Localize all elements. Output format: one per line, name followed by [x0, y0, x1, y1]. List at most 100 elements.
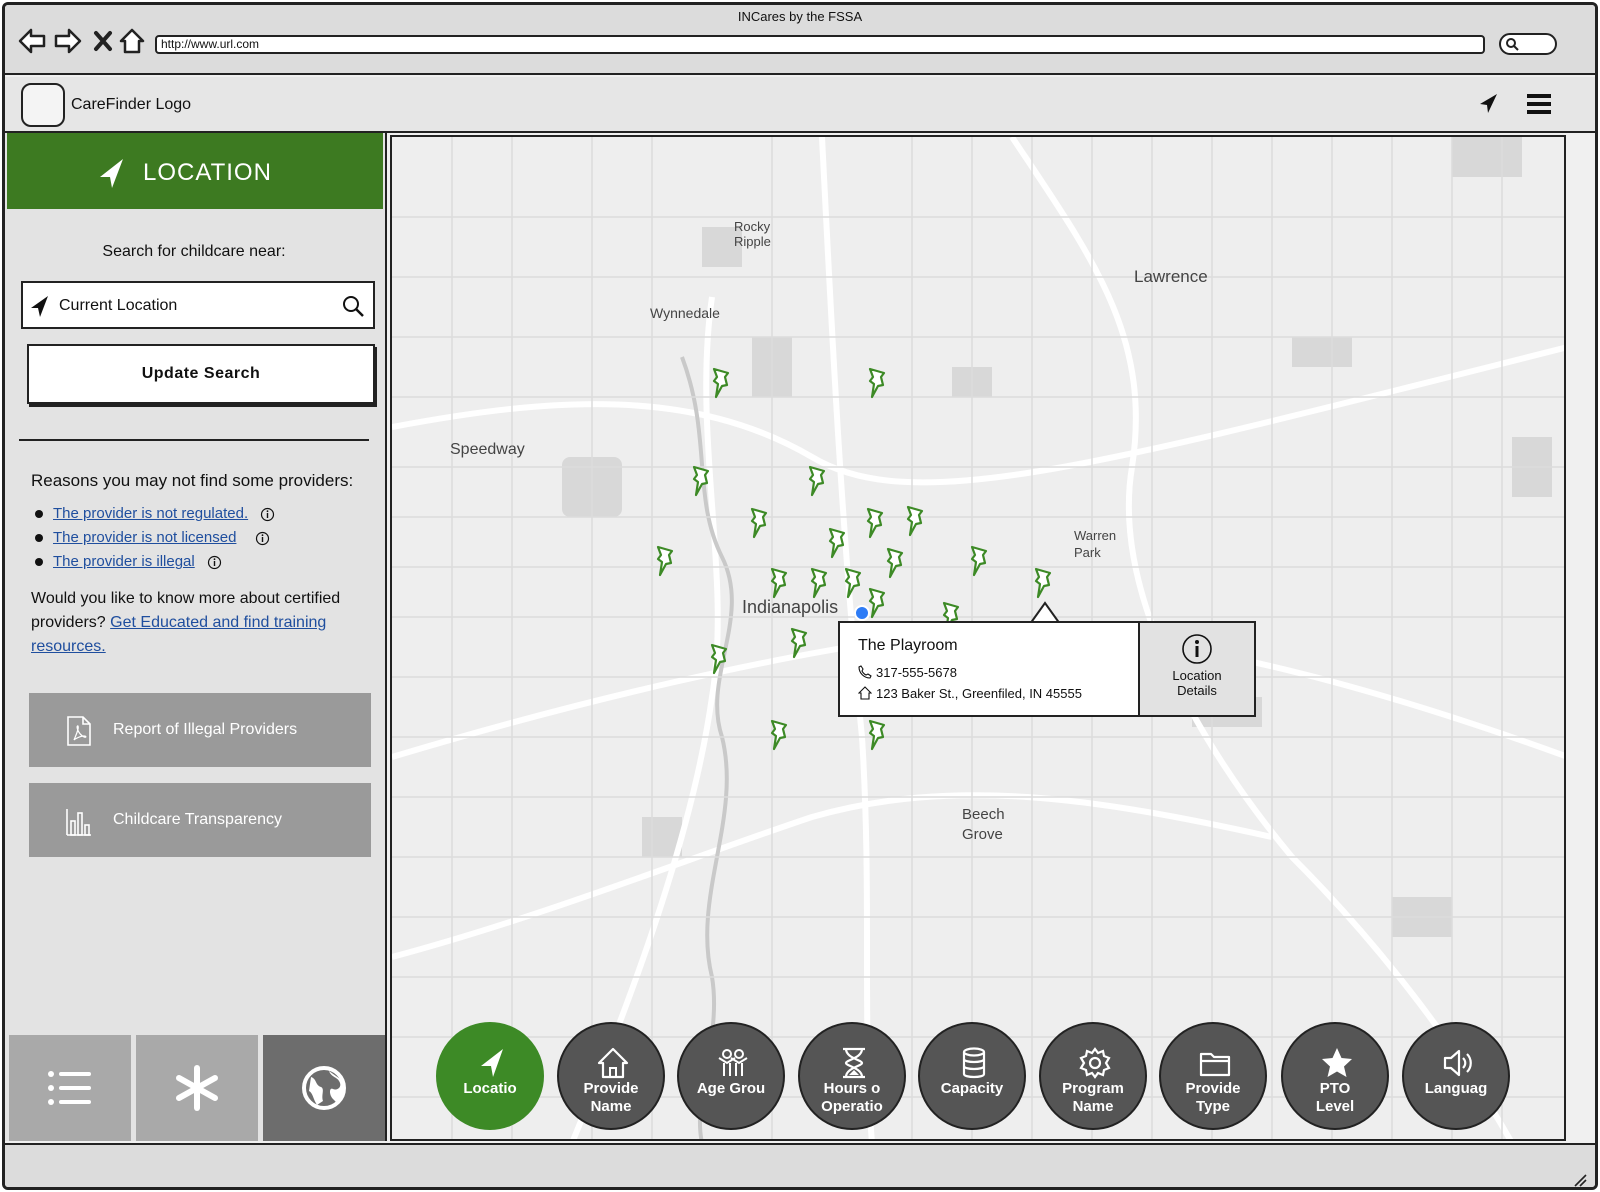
bullet	[35, 534, 43, 543]
location-input-value: Current Location	[59, 297, 178, 314]
city-label: Speedway	[450, 441, 525, 458]
provider-pin-icon[interactable]	[654, 545, 676, 579]
info-icon[interactable]	[207, 555, 222, 570]
browser-statusbar	[5, 1143, 1595, 1187]
location-details-button[interactable]: Location Details	[1138, 623, 1254, 715]
report-illegal-providers-button[interactable]: Report of Illegal Providers	[29, 693, 371, 767]
reason-item: The provider is not regulated.	[35, 505, 275, 522]
provider-address: 123 Baker St., Greenfiled, IN 45555	[876, 686, 1082, 701]
divider	[19, 439, 369, 441]
provider-pin-icon[interactable]	[788, 627, 810, 661]
close-icon[interactable]	[89, 27, 119, 55]
location-header: LOCATION	[7, 133, 383, 209]
map-view[interactable]: Lawrence Speedway Wynnedale Rocky Ripple…	[390, 135, 1566, 1141]
search-icon[interactable]	[341, 294, 365, 318]
forward-icon[interactable]	[53, 27, 83, 55]
filter-capacity-button[interactable]: Capacity	[918, 1022, 1026, 1130]
filter-hours-button[interactable]: Hours o Operatio	[798, 1022, 906, 1130]
provider-pin-icon[interactable]	[690, 465, 712, 499]
provider-pin-icon[interactable]	[808, 567, 830, 601]
provider-pin-icon[interactable]	[768, 719, 790, 753]
favorites-tab[interactable]	[136, 1035, 258, 1141]
filter-language-button[interactable]: Languag	[1402, 1022, 1510, 1130]
childcare-transparency-button[interactable]: Childcare Transparency	[29, 783, 371, 857]
sidebar: LOCATION Search for childcare near: Curr…	[5, 133, 387, 1141]
location-details-label-2: Details	[1177, 683, 1217, 698]
pdf-icon	[67, 716, 91, 746]
provider-popup[interactable]: The Playroom 317-555-5678 123 Baker St.,…	[838, 621, 1256, 717]
list-view-tab[interactable]	[9, 1035, 131, 1141]
reason-item: The provider is illegal	[35, 553, 222, 570]
url-input[interactable]: http://www.url.com	[155, 35, 1485, 54]
asterisk-icon	[176, 1065, 218, 1111]
update-search-button[interactable]: Update Search	[27, 344, 375, 404]
location-search-input[interactable]: Current Location	[21, 281, 375, 329]
provider-pin-icon[interactable]	[904, 505, 926, 539]
filter-age-group-button[interactable]: Age Grou	[677, 1022, 785, 1130]
info-icon[interactable]	[260, 507, 275, 522]
provider-pin-icon[interactable]	[884, 547, 906, 581]
location-arrow-icon[interactable]	[1475, 91, 1501, 117]
provider-pin-icon[interactable]	[864, 507, 886, 541]
provider-pin-icon[interactable]	[866, 367, 888, 401]
provider-pin-icon[interactable]	[748, 507, 770, 541]
report-illegal-providers-label: Report of Illegal Providers	[113, 721, 298, 738]
info-icon[interactable]	[255, 531, 270, 546]
map-view-tab[interactable]	[263, 1035, 385, 1141]
search-label: Search for childcare near:	[102, 243, 286, 260]
bullet	[35, 558, 43, 567]
filter-provider-type-button[interactable]: Provide Type	[1159, 1022, 1267, 1130]
star-icon	[1322, 1048, 1352, 1077]
filter-location-button[interactable]: Locatio	[436, 1022, 544, 1130]
filter-label: Languag	[1424, 1080, 1488, 1097]
back-icon[interactable]	[17, 27, 47, 55]
provider-pin-icon[interactable]	[768, 567, 790, 601]
hamburger-menu-icon[interactable]	[1525, 91, 1553, 117]
hourglass-icon	[843, 1047, 865, 1079]
reason-link-illegal[interactable]: The provider is illegal	[53, 553, 195, 570]
reason-link-not-regulated[interactable]: The provider is not regulated.	[53, 505, 248, 522]
database-icon	[962, 1047, 986, 1079]
current-location-dot	[854, 605, 870, 621]
city-label: Lawrence	[1134, 267, 1208, 286]
provider-pin-icon[interactable]	[710, 367, 732, 401]
home-icon[interactable]	[117, 27, 147, 55]
provider-pin-icon[interactable]	[1032, 567, 1054, 601]
provider-pin-icon[interactable]	[806, 465, 828, 499]
childcare-transparency-label: Childcare Transparency	[113, 811, 282, 828]
filter-pto-level-button[interactable]: PTO Level	[1281, 1022, 1389, 1130]
home-icon	[597, 1047, 629, 1079]
info-icon	[1182, 634, 1212, 664]
filter-label: Program Name	[1062, 1080, 1124, 1115]
provider-pin-icon[interactable]	[826, 527, 848, 561]
reasons-title: Reasons you may not find some providers:	[31, 471, 354, 490]
children-icon	[718, 1049, 748, 1076]
phone-icon	[858, 665, 872, 679]
provider-name: The Playroom	[858, 637, 958, 654]
provider-pin-icon[interactable]	[842, 567, 864, 601]
reason-item: The provider is not licensed	[35, 529, 270, 546]
provider-pin-icon[interactable]	[866, 719, 888, 753]
provider-address-row: 123 Baker St., Greenfiled, IN 45555	[857, 686, 1082, 701]
location-arrow-icon	[31, 296, 48, 317]
filter-provider-name-button[interactable]: Provide Name	[557, 1022, 665, 1130]
filter-label: Age Grou	[696, 1080, 766, 1097]
city-label: Rocky Ripple	[734, 219, 771, 249]
provider-pin-icon[interactable]	[708, 643, 730, 677]
resize-grip-icon[interactable]	[1571, 1171, 1587, 1187]
provider-phone[interactable]: 317-555-5678	[876, 665, 957, 680]
filter-label: Capacity	[940, 1080, 1004, 1097]
browser-search-field[interactable]	[1499, 33, 1557, 55]
learn-more-text: Would you like to know more about certif…	[31, 587, 371, 659]
city-label: Warren Park	[1074, 528, 1117, 560]
filter-program-name-button[interactable]: Program Name	[1039, 1022, 1147, 1130]
globe-icon	[302, 1066, 346, 1110]
filter-label: Hours o Operatio	[821, 1080, 883, 1115]
city-label: Beech Grove	[962, 806, 1005, 843]
app-header: CareFinder Logo	[5, 77, 1595, 133]
filter-label: Provide Type	[1185, 1080, 1241, 1115]
provider-phone-row: 317-555-5678	[858, 665, 957, 680]
home-icon	[857, 686, 873, 700]
reason-link-not-licensed[interactable]: The provider is not licensed	[53, 529, 236, 546]
provider-pin-icon[interactable]	[968, 545, 990, 579]
